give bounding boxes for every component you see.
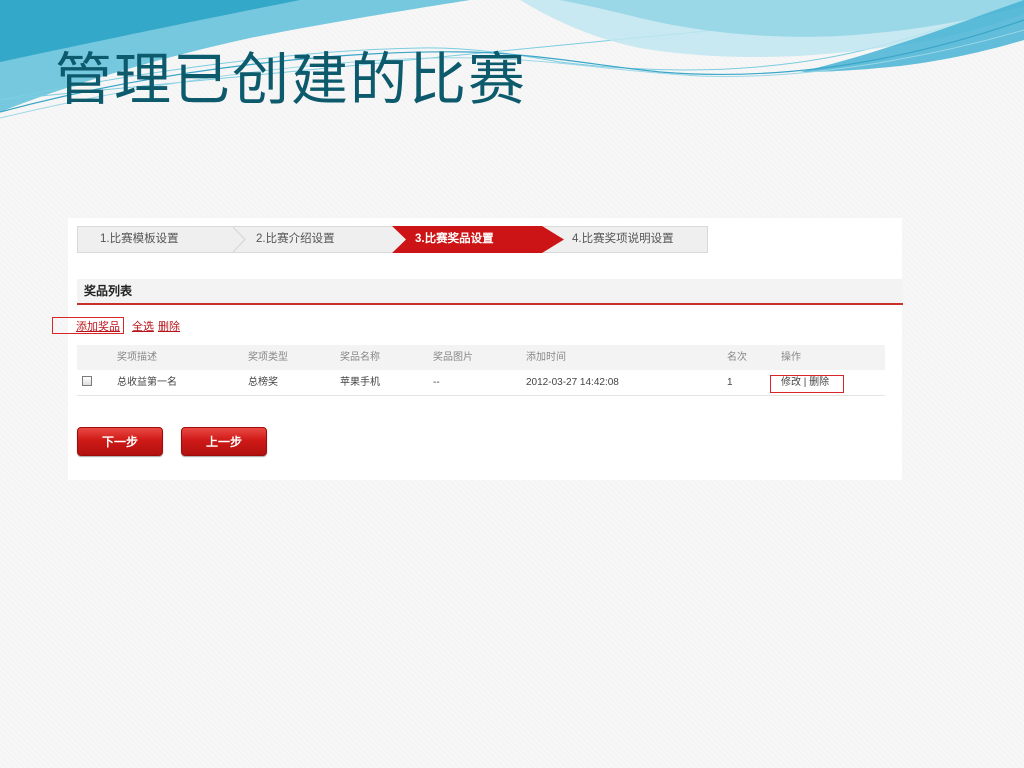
cell-added-time: 2012-03-27 14:42:08 [526, 377, 619, 388]
step-separator-chevron [233, 227, 246, 252]
cell-prize-name: 苹果手机 [340, 377, 380, 388]
select-all-link[interactable]: 全选 [132, 318, 154, 334]
cell-rank: 1 [727, 377, 733, 388]
step-award-description-settings[interactable]: 4.比赛奖项说明设置 [572, 227, 674, 252]
wizard-steps: 1.比赛模板设置 2.比赛介绍设置 3.比赛奖品设置 4.比赛奖项说明设置 [77, 226, 708, 253]
cell-prize-image: -- [433, 377, 440, 388]
table-header: 奖项描述 奖项类型 奖品名称 奖品图片 添加时间 名次 操作 [77, 345, 885, 370]
column-header-added-time: 添加时间 [526, 352, 566, 363]
prize-settings-panel: 1.比赛模板设置 2.比赛介绍设置 3.比赛奖品设置 4.比赛奖项说明设置 奖品… [52, 218, 903, 480]
row-checkbox[interactable] [82, 376, 92, 386]
next-step-button[interactable]: 下一步 [77, 427, 163, 456]
step-template-settings[interactable]: 1.比赛模板设置 [100, 227, 179, 252]
previous-step-button[interactable]: 上一步 [181, 427, 267, 456]
column-header-type: 奖项类型 [248, 352, 288, 363]
prize-list-title: 奖品列表 [84, 284, 133, 298]
highlight-box-operations [770, 375, 844, 393]
prize-list-header: 奖品列表 [77, 279, 903, 305]
column-header-rank: 名次 [727, 352, 747, 363]
step-prize-settings-active[interactable]: 3.比赛奖品设置 [392, 226, 564, 253]
delete-selected-link[interactable]: 删除 [158, 318, 180, 334]
slide-title: 管理已创建的比赛 [55, 47, 527, 113]
cell-description: 总收益第一名 [117, 377, 177, 388]
column-header-operations: 操作 [781, 352, 801, 363]
column-header-prize-image: 奖品图片 [433, 352, 473, 363]
step-prize-settings-label: 3.比赛奖品设置 [415, 233, 494, 245]
column-header-prize-name: 奖品名称 [340, 352, 380, 363]
highlight-box-add-prize [52, 317, 124, 334]
table-row: 总收益第一名 总榜奖 苹果手机 -- 2012-03-27 14:42:08 1… [77, 370, 885, 396]
cell-type: 总榜奖 [248, 377, 278, 388]
column-header-description: 奖项描述 [117, 352, 157, 363]
step-intro-settings[interactable]: 2.比赛介绍设置 [256, 227, 335, 252]
